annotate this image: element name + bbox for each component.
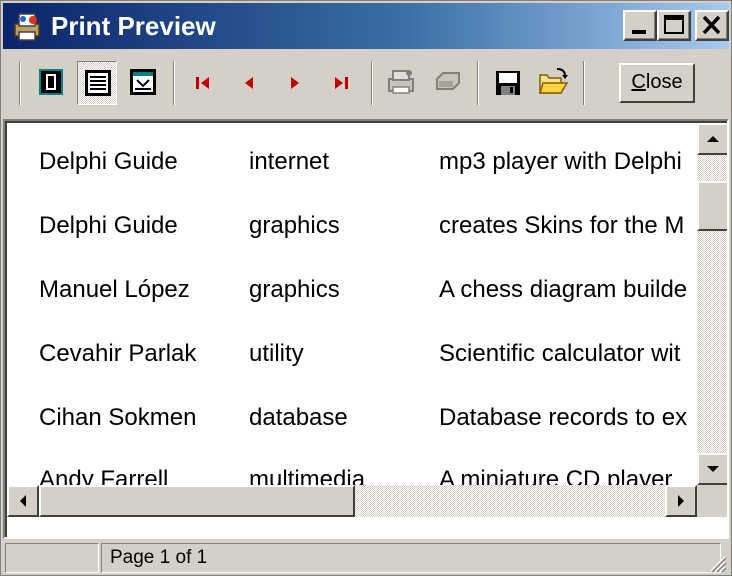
prior-page-icon	[245, 77, 253, 89]
floppy-save-icon	[496, 71, 520, 95]
first-page-icon	[196, 77, 209, 89]
report-row: Cevahir Parlak utility Scientific calcul…	[7, 339, 697, 369]
report-row: Delphi Guide internet mp3 player with De…	[7, 147, 697, 177]
print-preview-window: Print Preview Close Delphi Guide interne…	[0, 0, 732, 576]
category-cell: multimedia	[249, 466, 366, 485]
save-button[interactable]	[487, 61, 527, 105]
description-cell: mp3 player with Delphi	[439, 148, 682, 175]
toolbar-separator	[583, 61, 585, 105]
author-cell: Cihan Sokmen	[39, 404, 197, 431]
last-page-button[interactable]	[321, 61, 361, 105]
preview-pane: Delphi Guide internet mp3 player with De…	[3, 119, 729, 539]
scroll-right-icon	[678, 495, 684, 507]
category-cell: utility	[249, 340, 304, 367]
status-bar: Page 1 of 1	[3, 541, 729, 575]
preview-page[interactable]: Delphi Guide internet mp3 player with De…	[5, 121, 727, 537]
size-grip-icon[interactable]	[707, 553, 727, 573]
toolbar-separator	[371, 61, 373, 105]
horizontal-scrollbar[interactable]	[7, 485, 697, 517]
first-page-button[interactable]	[183, 61, 223, 105]
scroll-down-icon	[707, 466, 719, 472]
maximize-icon	[664, 15, 684, 34]
page-width-button[interactable]	[77, 61, 117, 105]
printer-preview-icon	[11, 10, 43, 42]
report-row: Andy Farrell multimedia A miniature CD p…	[7, 465, 697, 485]
minimize-button[interactable]	[623, 10, 657, 41]
title-bar[interactable]: Print Preview	[3, 3, 729, 49]
toolbar-separator	[477, 61, 479, 105]
horizontal-scroll-thumb[interactable]	[39, 485, 355, 517]
report-row: Delphi Guide graphics creates Skins for …	[7, 211, 697, 241]
next-page-button[interactable]	[275, 61, 315, 105]
category-cell: graphics	[249, 276, 340, 303]
last-page-icon	[335, 77, 348, 89]
printer-setup-icon	[388, 70, 414, 94]
vertical-scrollbar[interactable]	[697, 123, 727, 485]
status-page-panel: Page 1 of 1	[101, 543, 721, 573]
one-page-button[interactable]	[31, 61, 71, 105]
close-icon	[702, 15, 721, 35]
author-cell: Delphi Guide	[39, 148, 178, 175]
description-cell: Database records to ex	[439, 404, 688, 431]
print-button[interactable]	[427, 61, 467, 105]
page-width-icon	[85, 70, 111, 96]
author-cell: Delphi Guide	[39, 212, 178, 239]
maximize-button[interactable]	[657, 10, 691, 41]
prior-page-button[interactable]	[229, 61, 269, 105]
scrollbar-corner	[697, 485, 727, 517]
printer-setup-button[interactable]	[381, 61, 421, 105]
zoom-page-icon	[130, 69, 156, 95]
close-button-label: lose	[645, 71, 683, 93]
next-page-icon	[291, 77, 299, 89]
toolbar-separator	[173, 61, 175, 105]
scroll-left-button[interactable]	[7, 485, 39, 517]
author-cell: Manuel López	[39, 276, 190, 303]
author-cell: Andy Farrell	[39, 466, 169, 485]
scroll-left-icon	[20, 495, 26, 507]
zoom-button[interactable]	[123, 61, 163, 105]
scroll-up-button[interactable]	[697, 123, 727, 155]
report-row: Cihan Sokmen database Database records t…	[7, 403, 697, 433]
description-cell: creates Skins for the M	[439, 212, 685, 239]
report-row: Manuel López graphics A chess diagram bu…	[7, 275, 697, 305]
description-cell: Scientific calculator wit	[439, 340, 681, 367]
toolbar-separator	[19, 61, 21, 105]
vertical-scroll-thumb[interactable]	[697, 181, 727, 231]
close-button-mnemonic: C	[631, 71, 646, 93]
print-icon	[436, 72, 460, 90]
scroll-up-icon	[707, 136, 719, 142]
report-rows: Delphi Guide internet mp3 player with De…	[7, 123, 697, 485]
page-indicator: Page 1 of 1	[110, 547, 208, 568]
author-cell: Cevahir Parlak	[39, 340, 197, 367]
category-cell: graphics	[249, 212, 340, 239]
description-cell: A miniature CD player	[439, 466, 673, 485]
open-button[interactable]	[533, 61, 573, 105]
close-button[interactable]: Close	[619, 63, 695, 103]
scroll-right-button[interactable]	[665, 485, 697, 517]
open-folder-icon	[538, 68, 569, 94]
window-title: Print Preview	[51, 11, 216, 41]
close-window-button[interactable]	[695, 10, 729, 41]
category-cell: internet	[249, 148, 330, 175]
description-cell: A chess diagram builde	[439, 276, 688, 303]
scroll-down-button[interactable]	[697, 453, 727, 485]
single-page-icon	[39, 69, 63, 95]
category-cell: database	[249, 404, 348, 431]
status-panel-empty	[5, 543, 99, 573]
minimize-icon	[632, 30, 646, 34]
toolbar: Close	[3, 51, 729, 115]
